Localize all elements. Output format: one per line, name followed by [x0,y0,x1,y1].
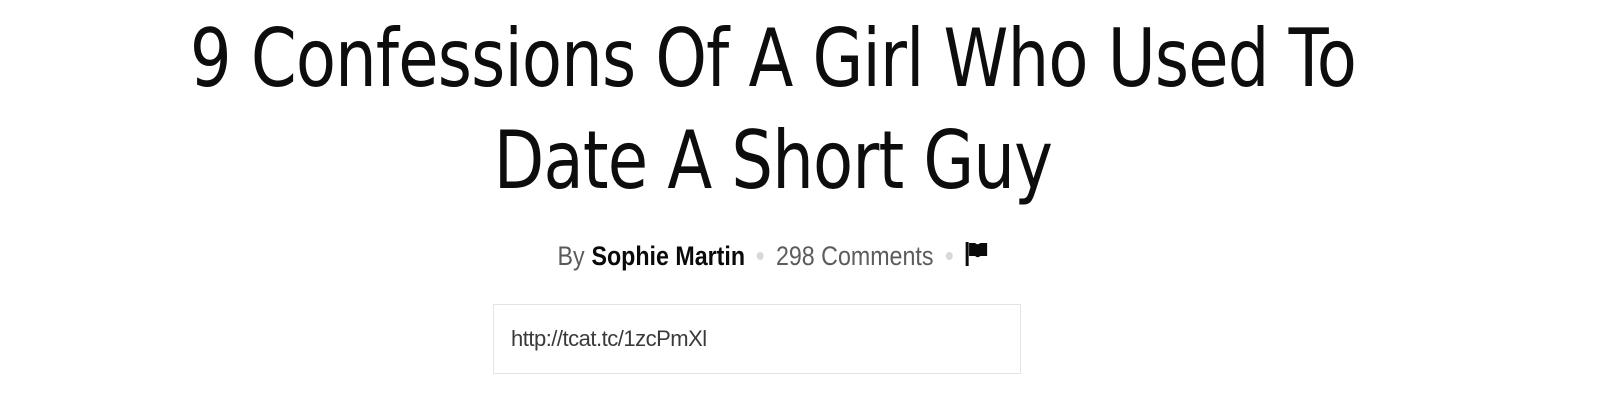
byline-prefix: By [557,241,585,271]
flag-icon[interactable] [964,241,988,267]
article-header: 9 Confessions Of A Girl Who Used To Date… [0,0,1600,411]
byline: By Sophie Martin 298 Comments [108,236,1438,276]
share-url-input[interactable] [494,305,1020,373]
byline-separator [757,252,764,260]
article-title: 9 Confessions Of A Girl Who Used To Date… [189,12,1357,207]
comments-link[interactable]: 298 Comments [776,236,933,276]
byline-separator [945,252,953,260]
share-url-box[interactable] [493,304,1021,374]
author-link[interactable]: Sophie Martin [591,236,745,276]
